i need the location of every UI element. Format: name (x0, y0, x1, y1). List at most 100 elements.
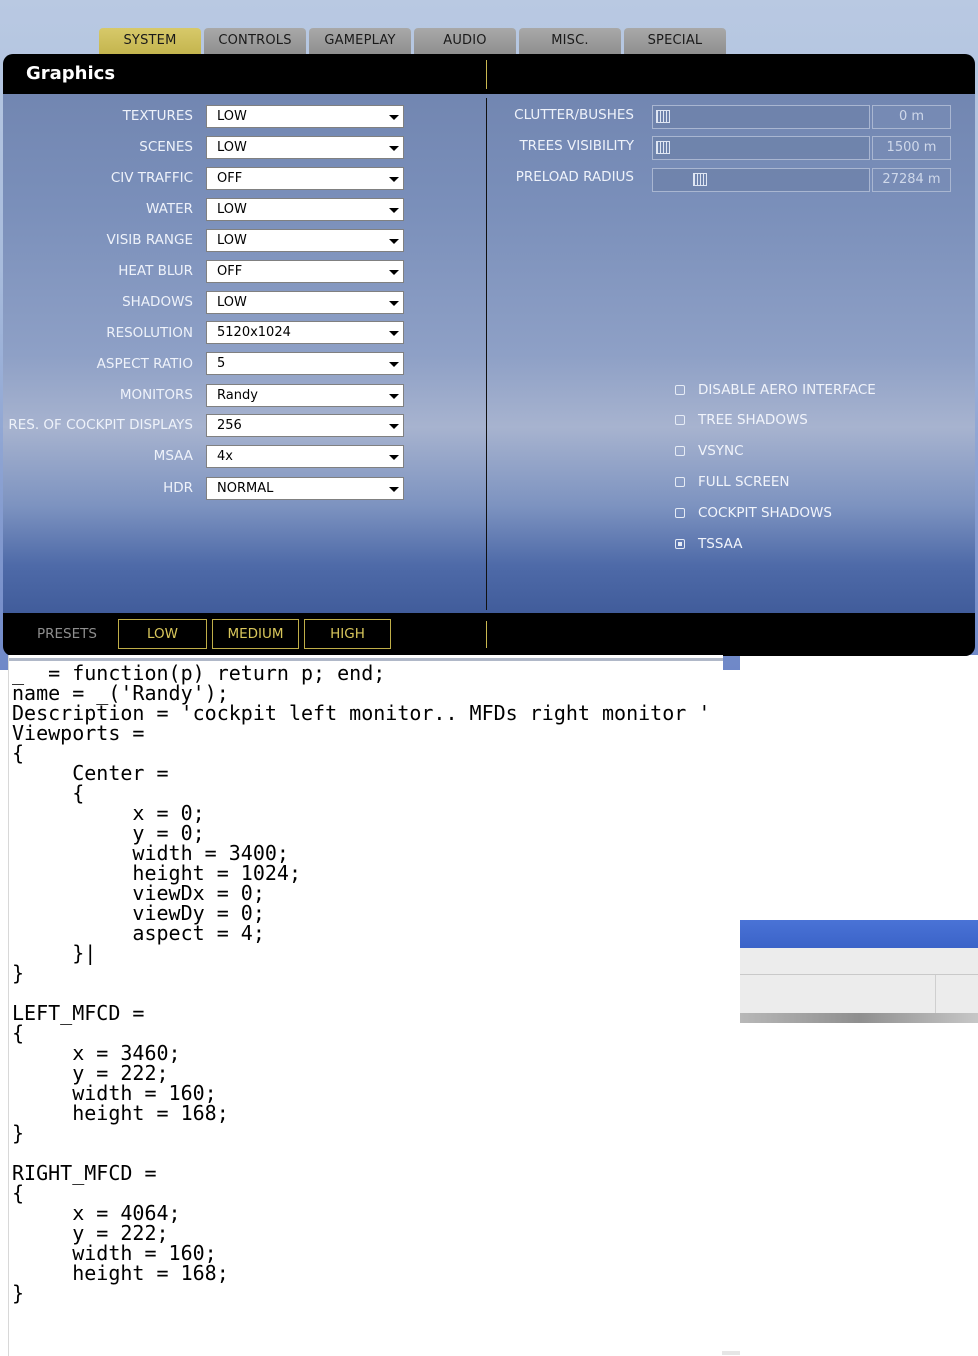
resolution-dropdown[interactable]: 5120x1024 (206, 321, 404, 344)
chevron-down-icon (389, 239, 399, 244)
chevron-down-icon (389, 270, 399, 275)
background-window-titlebar[interactable] (740, 920, 978, 948)
clutter-bushes-value[interactable]: 0 m (872, 105, 951, 129)
shadows-dropdown[interactable]: LOW (206, 291, 404, 314)
chevron-down-icon (389, 487, 399, 492)
chevron-down-icon (389, 115, 399, 120)
checkbox-label: FULL SCREEN (698, 474, 790, 490)
setting-label-scenes: SCENES (139, 139, 193, 155)
dropdown-value: LOW (217, 202, 247, 217)
setting-label-civ-traffic: CIV TRAFFIC (110, 170, 193, 186)
setting-label-heat-blur: HEAT BLUR (118, 263, 193, 279)
civ-traffic-dropdown[interactable]: OFF (206, 167, 404, 190)
background-window-menubar (740, 948, 978, 975)
setting-label-cockpit-displays: RES. OF COCKPIT DISPLAYS (8, 417, 193, 433)
preload-radius-label: PRELOAD RADIUS (515, 169, 634, 185)
tab-audio[interactable]: AUDIO (414, 28, 516, 54)
setting-label-hdr: HDR (163, 480, 193, 496)
monitors-dropdown[interactable]: Randy (206, 384, 404, 407)
tab-controls[interactable]: CONTROLS (204, 28, 306, 54)
editor-scroll-indicator (722, 1351, 740, 1355)
textures-dropdown[interactable]: LOW (206, 105, 404, 128)
preload-radius-slider[interactable] (652, 168, 870, 192)
footer-divider (486, 621, 487, 648)
dropdown-value: OFF (217, 264, 243, 279)
tab-system[interactable]: SYSTEM (99, 28, 201, 54)
trees-visibility-slider[interactable] (652, 136, 870, 160)
preload-radius-value[interactable]: 27284 m (872, 168, 951, 192)
slider-thumb[interactable] (656, 110, 670, 123)
preset-medium-button[interactable]: MEDIUM (212, 619, 299, 649)
setting-label-msaa: MSAA (153, 448, 193, 464)
dropdown-value: LOW (217, 233, 247, 248)
preset-high-button[interactable]: HIGH (304, 619, 391, 649)
checkbox-icon[interactable] (675, 385, 685, 395)
trees-visibility-label: TREES VISIBILITY (519, 138, 634, 154)
dropdown-value: LOW (217, 109, 247, 124)
background-window-scrollbar[interactable] (740, 1013, 978, 1023)
aspect-ratio-dropdown[interactable]: 5 (206, 352, 404, 375)
checkbox-icon[interactable] (675, 415, 685, 425)
chevron-down-icon (389, 424, 399, 429)
chevron-down-icon (389, 455, 399, 460)
toolbar-separator (935, 975, 936, 1013)
checkbox-label: VSYNC (698, 443, 744, 459)
setting-label-monitors: MONITORS (119, 387, 193, 403)
visib-range-dropdown[interactable]: LOW (206, 229, 404, 252)
checkbox-label: DISABLE AERO INTERFACE (698, 382, 876, 398)
dropdown-value: 5 (217, 356, 226, 371)
chevron-down-icon (389, 146, 399, 151)
dropdown-value: NORMAL (217, 481, 274, 496)
chevron-down-icon (389, 362, 399, 367)
chevron-down-icon (389, 177, 399, 182)
presets-bar: PRESETS LOW MEDIUM HIGH (3, 613, 975, 656)
slider-thumb[interactable] (656, 141, 670, 154)
tab-gameplay[interactable]: GAMEPLAY (309, 28, 411, 54)
preset-low-button[interactable]: LOW (118, 619, 207, 649)
checkbox-icon[interactable] (675, 446, 685, 456)
graphics-settings-panel: Graphics TEXTURES LOW SCENES LOW CIV TRA… (3, 54, 975, 656)
checkbox-icon[interactable] (675, 477, 685, 487)
panel-header: Graphics (3, 54, 975, 94)
checkbox-label: TREE SHADOWS (698, 412, 808, 428)
water-dropdown[interactable]: LOW (206, 198, 404, 221)
hdr-dropdown[interactable]: NORMAL (206, 477, 404, 500)
background-window-toolbar (740, 975, 978, 1014)
chevron-down-icon (389, 208, 399, 213)
code-editor[interactable]: _ = function(p) return p; end; name = _(… (8, 655, 723, 1356)
tab-misc[interactable]: MISC. (519, 28, 621, 54)
checkbox-label: COCKPIT SHADOWS (698, 505, 832, 521)
setting-label-textures: TEXTURES (122, 108, 193, 124)
editor-text[interactable]: _ = function(p) return p; end; name = _(… (12, 663, 710, 1303)
clutter-bushes-label: CLUTTER/BUSHES (514, 107, 634, 123)
cockpit-displays-dropdown[interactable]: 256 (206, 414, 404, 437)
dropdown-value: Randy (217, 388, 258, 403)
setting-label-resolution: RESOLUTION (106, 325, 193, 341)
setting-label-aspect-ratio: ASPECT RATIO (96, 356, 193, 372)
dropdown-value: 5120x1024 (217, 325, 291, 340)
header-divider (486, 60, 487, 89)
checkbox-label: TSSAA (698, 536, 743, 552)
dropdown-value: 256 (217, 418, 242, 433)
tab-special[interactable]: SPECIAL (624, 28, 726, 54)
dropdown-value: LOW (217, 140, 247, 155)
dropdown-value: LOW (217, 295, 247, 310)
chevron-down-icon (389, 301, 399, 306)
panel-title: Graphics (26, 63, 116, 84)
presets-label: PRESETS (37, 626, 97, 642)
msaa-dropdown[interactable]: 4x (206, 445, 404, 468)
chevron-down-icon (389, 331, 399, 336)
scenes-dropdown[interactable]: LOW (206, 136, 404, 159)
trees-visibility-value[interactable]: 1500 m (872, 136, 951, 160)
dropdown-value: 4x (217, 449, 233, 464)
setting-label-shadows: SHADOWS (122, 294, 193, 310)
checkbox-icon[interactable] (675, 508, 685, 518)
checkbox-icon[interactable] (675, 539, 685, 549)
clutter-bushes-slider[interactable] (652, 105, 870, 129)
slider-thumb[interactable] (693, 173, 707, 186)
column-divider (486, 98, 487, 610)
setting-label-visib-range: VISIB RANGE (106, 232, 193, 248)
heat-blur-dropdown[interactable]: OFF (206, 260, 404, 283)
setting-label-water: WATER (146, 201, 193, 217)
dropdown-value: OFF (217, 171, 243, 186)
